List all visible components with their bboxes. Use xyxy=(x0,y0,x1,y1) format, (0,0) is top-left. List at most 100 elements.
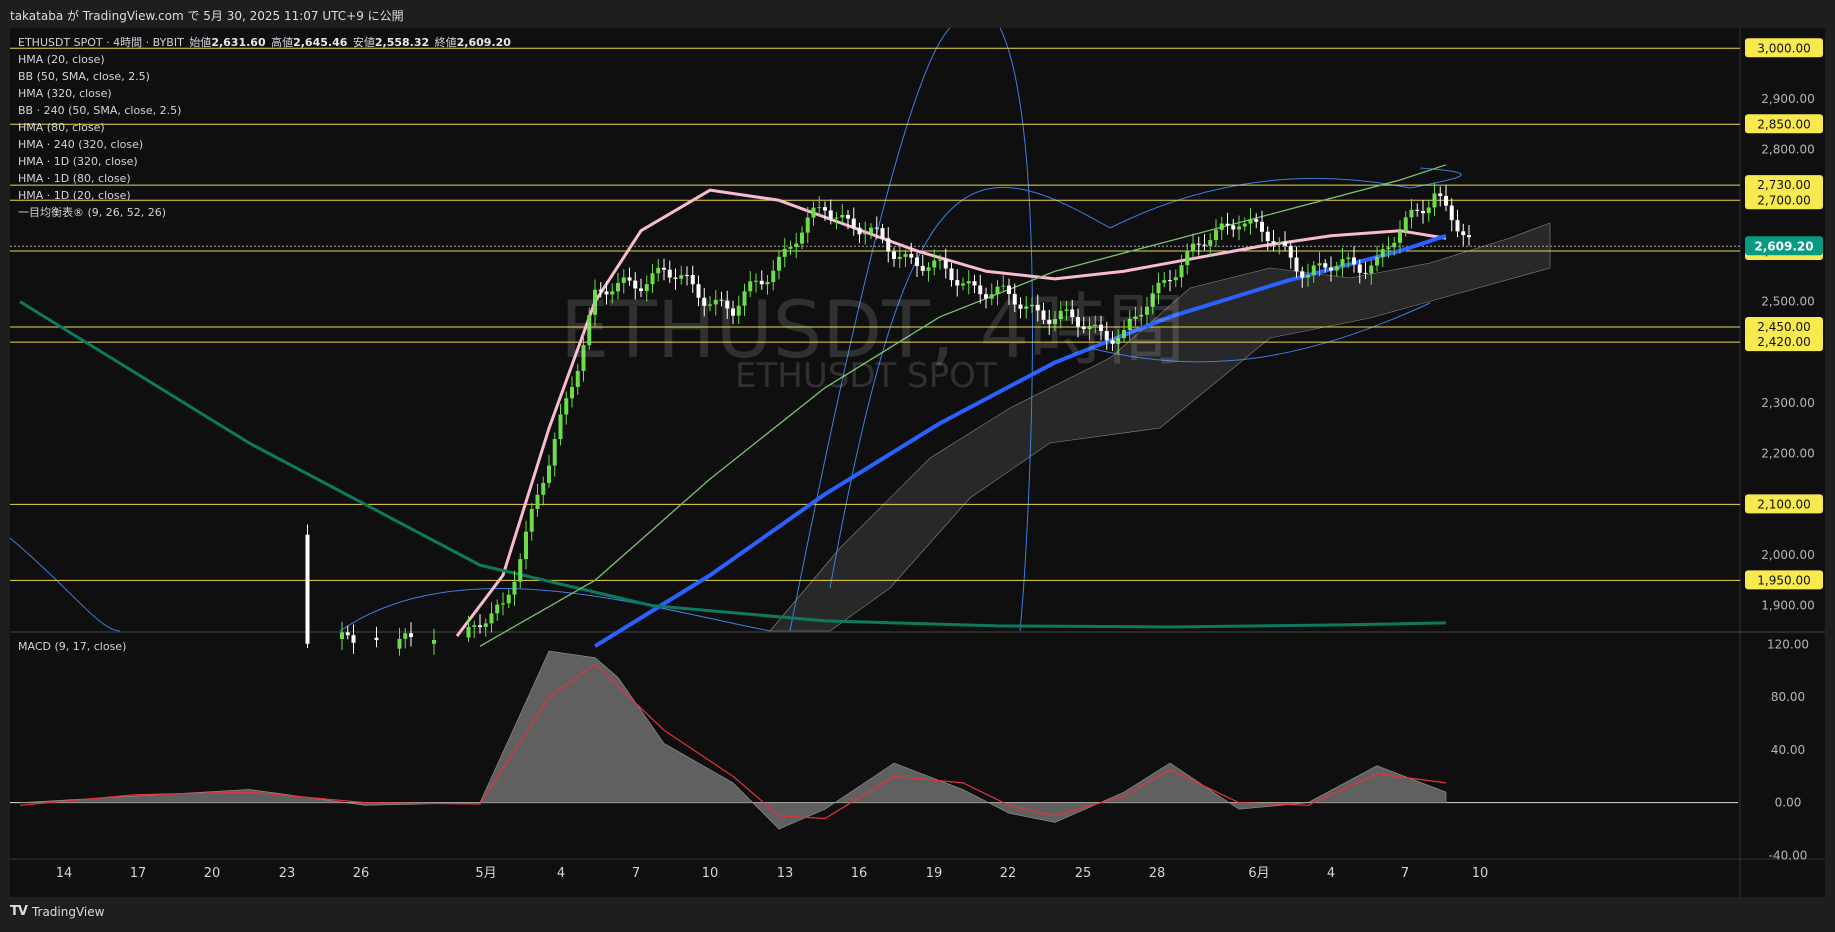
candle-body xyxy=(874,227,879,229)
candle-body xyxy=(869,227,873,233)
candle-body xyxy=(1283,242,1287,246)
candle-body xyxy=(489,613,494,624)
candle-body xyxy=(1225,223,1230,226)
candle-body xyxy=(1438,193,1443,196)
price-tick-3: 2,300.00 xyxy=(1761,396,1814,410)
candle-body xyxy=(915,257,919,266)
watermark-subtitle: ETHUSDT SPOT xyxy=(735,356,997,396)
candle-body xyxy=(1455,220,1460,232)
level-label-0: 3,000.00 xyxy=(1757,41,1810,55)
candle-body xyxy=(1277,242,1282,244)
time-tick-6: 4 xyxy=(557,866,565,881)
price-tick-2: 2,200.00 xyxy=(1761,447,1814,461)
candle-body xyxy=(495,604,500,614)
candle-body xyxy=(817,207,822,209)
price-tick-5: 2,800.00 xyxy=(1761,143,1814,157)
time-tick-11: 19 xyxy=(926,866,943,881)
indicator-bb-240[interactable]: BB · 240 (50, SMA, close, 2.5) xyxy=(18,102,511,119)
candle-body xyxy=(782,248,787,257)
level-label-8: 1,950.00 xyxy=(1757,573,1810,587)
candle-body xyxy=(345,632,350,636)
indicator-hma-320[interactable]: HMA (320, close) xyxy=(18,85,511,102)
candle-body xyxy=(1375,256,1379,266)
candle-body xyxy=(811,207,816,218)
time-tick-1: 17 xyxy=(130,866,147,881)
ohlc-close: 終値2,609.20 xyxy=(434,36,511,49)
candle-body xyxy=(1265,231,1270,242)
indicator-hma-1d-80[interactable]: HMA · 1D (80, close) xyxy=(18,170,511,187)
candle-body xyxy=(1403,217,1408,232)
macd-tick-4: -40.00 xyxy=(1769,848,1808,862)
candle-body xyxy=(1409,209,1414,218)
candle-body xyxy=(1369,265,1374,274)
candle-body xyxy=(1449,205,1454,221)
candle-body xyxy=(1254,219,1259,222)
candle-body xyxy=(1231,225,1236,230)
time-tick-0: 14 xyxy=(56,866,73,881)
candle-body xyxy=(1242,223,1247,227)
indicator-hma-20[interactable]: HMA (20, close) xyxy=(18,51,511,68)
candle-body xyxy=(1363,272,1368,274)
indicator-hma-80[interactable]: HMA (80, close) xyxy=(18,119,511,136)
candle-body xyxy=(1334,266,1339,271)
time-tick-9: 13 xyxy=(777,866,794,881)
indicator-bb-50[interactable]: BB (50, SMA, close, 2.5) xyxy=(18,68,511,85)
time-tick-2: 20 xyxy=(204,866,221,881)
candle-body xyxy=(535,494,540,509)
footer-brand: TradingView xyxy=(31,904,105,919)
macd-title[interactable]: MACD (9, 17, close) xyxy=(18,640,126,653)
symbol-row[interactable]: ETHUSDT SPOT · 4時間 · BYBIT 始値2,631.60 高値… xyxy=(18,34,511,51)
candle-body xyxy=(834,217,839,219)
candle-body xyxy=(1461,231,1466,236)
candle-body xyxy=(851,218,856,228)
price-tick-4: 2,500.00 xyxy=(1761,295,1814,309)
candle-body xyxy=(501,603,505,605)
candle-body xyxy=(1444,195,1448,206)
candle-body xyxy=(863,232,868,235)
time-tick-14: 28 xyxy=(1149,866,1166,881)
candle-body xyxy=(1271,241,1276,244)
indicator-hma-1d-320[interactable]: HMA · 1D (320, close) xyxy=(18,153,511,170)
candle-body xyxy=(1329,267,1333,271)
candle-body xyxy=(570,386,574,399)
candle-body xyxy=(1311,265,1316,275)
candle-body xyxy=(432,640,436,644)
time-tick-4: 26 xyxy=(353,866,370,881)
candle-body xyxy=(1352,257,1356,265)
macd-tick-2: 40.00 xyxy=(1771,743,1805,757)
candle-body xyxy=(897,256,902,259)
price-tick-6: 2,900.00 xyxy=(1761,92,1814,106)
candle-body xyxy=(1357,264,1362,273)
candle-body xyxy=(1415,209,1420,211)
candle-body xyxy=(340,632,344,639)
candle-body xyxy=(800,232,804,244)
indicator-hma-1d-20[interactable]: HMA · 1D (20, close) xyxy=(18,187,511,204)
candle-body xyxy=(305,534,310,644)
candle-body xyxy=(1426,207,1431,214)
time-tick-17: 7 xyxy=(1401,866,1409,881)
candle-body xyxy=(1398,231,1402,243)
candle-body xyxy=(1202,244,1207,246)
candle-body xyxy=(823,207,827,211)
candle-body xyxy=(397,638,402,649)
candle-body xyxy=(529,508,534,532)
candle-body xyxy=(1432,193,1437,208)
last-price-label: 2,609.20 xyxy=(1754,239,1813,253)
candle-body xyxy=(1300,271,1305,278)
indicator-ichimoku[interactable]: 一目均衡表® (9, 26, 52, 26) xyxy=(18,204,511,221)
candle-body xyxy=(512,581,517,595)
candle-body xyxy=(1288,245,1293,258)
candle-body xyxy=(564,398,569,415)
candle-body xyxy=(1467,235,1471,238)
ohlc-high: 高値2,645.46 xyxy=(271,36,348,49)
candle-body xyxy=(1219,223,1224,230)
candle-body xyxy=(909,254,914,258)
indicator-hma-240-320[interactable]: HMA · 240 (320, close) xyxy=(18,136,511,153)
candle-body xyxy=(1260,221,1264,232)
candle-body xyxy=(788,246,793,249)
candle-body xyxy=(483,623,488,627)
level-label-3: 2,700.00 xyxy=(1757,193,1810,207)
macd-tick-3: 0.00 xyxy=(1775,796,1802,810)
candle-body xyxy=(886,238,891,252)
candle-body xyxy=(938,259,942,261)
